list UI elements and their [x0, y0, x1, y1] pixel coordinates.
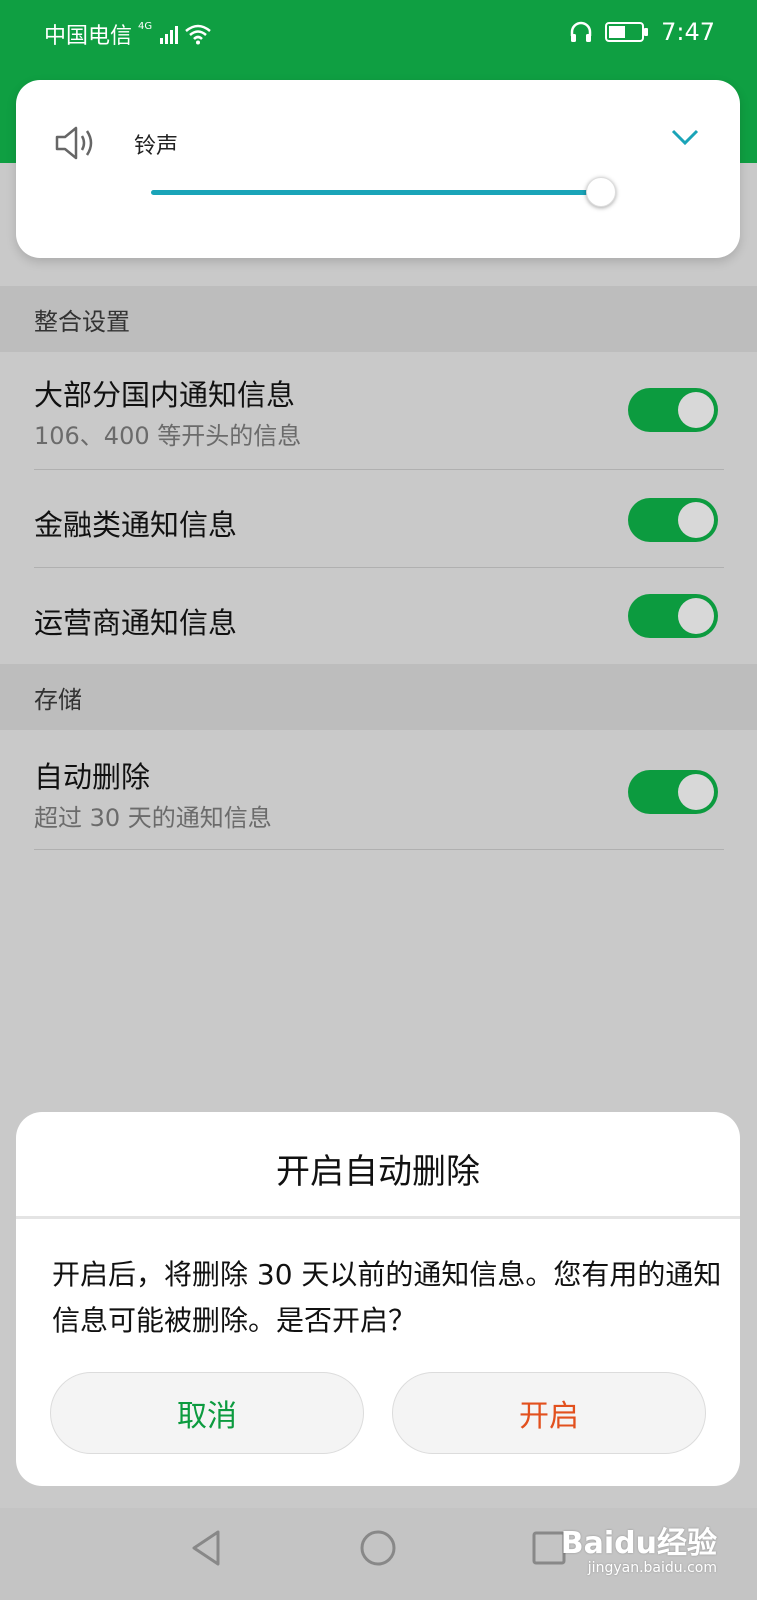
carrier-name: 中国电信	[44, 24, 133, 49]
row-title: 运营商通知信息	[34, 606, 238, 640]
volume-slider-thumb[interactable]	[586, 177, 616, 207]
home-icon[interactable]	[358, 1528, 398, 1568]
toggle-domestic-notifications[interactable]	[628, 388, 718, 432]
toggle-knob	[678, 774, 714, 810]
list-item-financial-notifications[interactable]: 金融类通知信息	[0, 470, 757, 568]
chevron-down-icon[interactable]	[670, 128, 700, 146]
network-type: 4G	[138, 20, 153, 32]
toggle-knob	[678, 502, 714, 538]
confirm-dialog: 开启自动删除 开启后，将删除 30 天以前的通知信息。您有用的通知信息可能被删除…	[16, 1112, 740, 1486]
cancel-button[interactable]: 取消	[50, 1372, 364, 1454]
volume-label: 铃声	[134, 134, 179, 159]
toggle-auto-delete[interactable]	[628, 770, 718, 814]
wifi-icon	[185, 24, 211, 45]
back-icon[interactable]	[188, 1528, 224, 1568]
list-item-domestic-notifications[interactable]: 大部分国内通知信息 106、400 等开头的信息	[0, 352, 757, 470]
signal-icon	[160, 24, 179, 44]
clock: 7:47	[661, 18, 715, 46]
divider	[34, 849, 724, 850]
baidu-watermark: Baidu经验 jingyan.baidu.com	[561, 1518, 717, 1576]
headphones-icon	[570, 21, 592, 42]
volume-panel: 铃声	[16, 80, 740, 258]
toggle-carrier-notifications[interactable]	[628, 594, 718, 638]
volume-slider-track[interactable]	[151, 190, 591, 195]
row-title: 金融类通知信息	[34, 508, 238, 542]
dialog-title: 开启自动删除	[276, 1152, 480, 1192]
confirm-button[interactable]: 开启	[392, 1372, 706, 1454]
watermark-brand: Baidu经验	[560, 1526, 717, 1561]
status-left: 中国电信 4G	[44, 18, 212, 50]
status-right: 7:47	[569, 18, 715, 46]
toggle-knob	[678, 598, 714, 634]
section-header-integration: 整合设置	[0, 286, 757, 352]
list-item-carrier-notifications[interactable]: 运营商通知信息	[0, 568, 757, 664]
row-title: 大部分国内通知信息	[34, 378, 296, 412]
dialog-message: 开启后，将删除 30 天以前的通知信息。您有用的通知信息可能被删除。是否开启？	[52, 1258, 722, 1337]
row-subtitle: 106、400 等开头的信息	[34, 422, 302, 450]
row-subtitle: 超过 30 天的通知信息	[34, 804, 272, 832]
toggle-financial-notifications[interactable]	[628, 498, 718, 542]
battery-icon	[605, 22, 649, 42]
dialog-divider	[16, 1216, 740, 1219]
speaker-icon[interactable]	[54, 123, 98, 163]
row-title: 自动删除	[34, 760, 151, 794]
toggle-knob	[678, 392, 714, 428]
watermark-site: jingyan.baidu.com	[587, 1560, 717, 1576]
list-item-auto-delete[interactable]: 自动删除 超过 30 天的通知信息	[0, 730, 757, 850]
section-header-storage: 存储	[0, 664, 757, 730]
